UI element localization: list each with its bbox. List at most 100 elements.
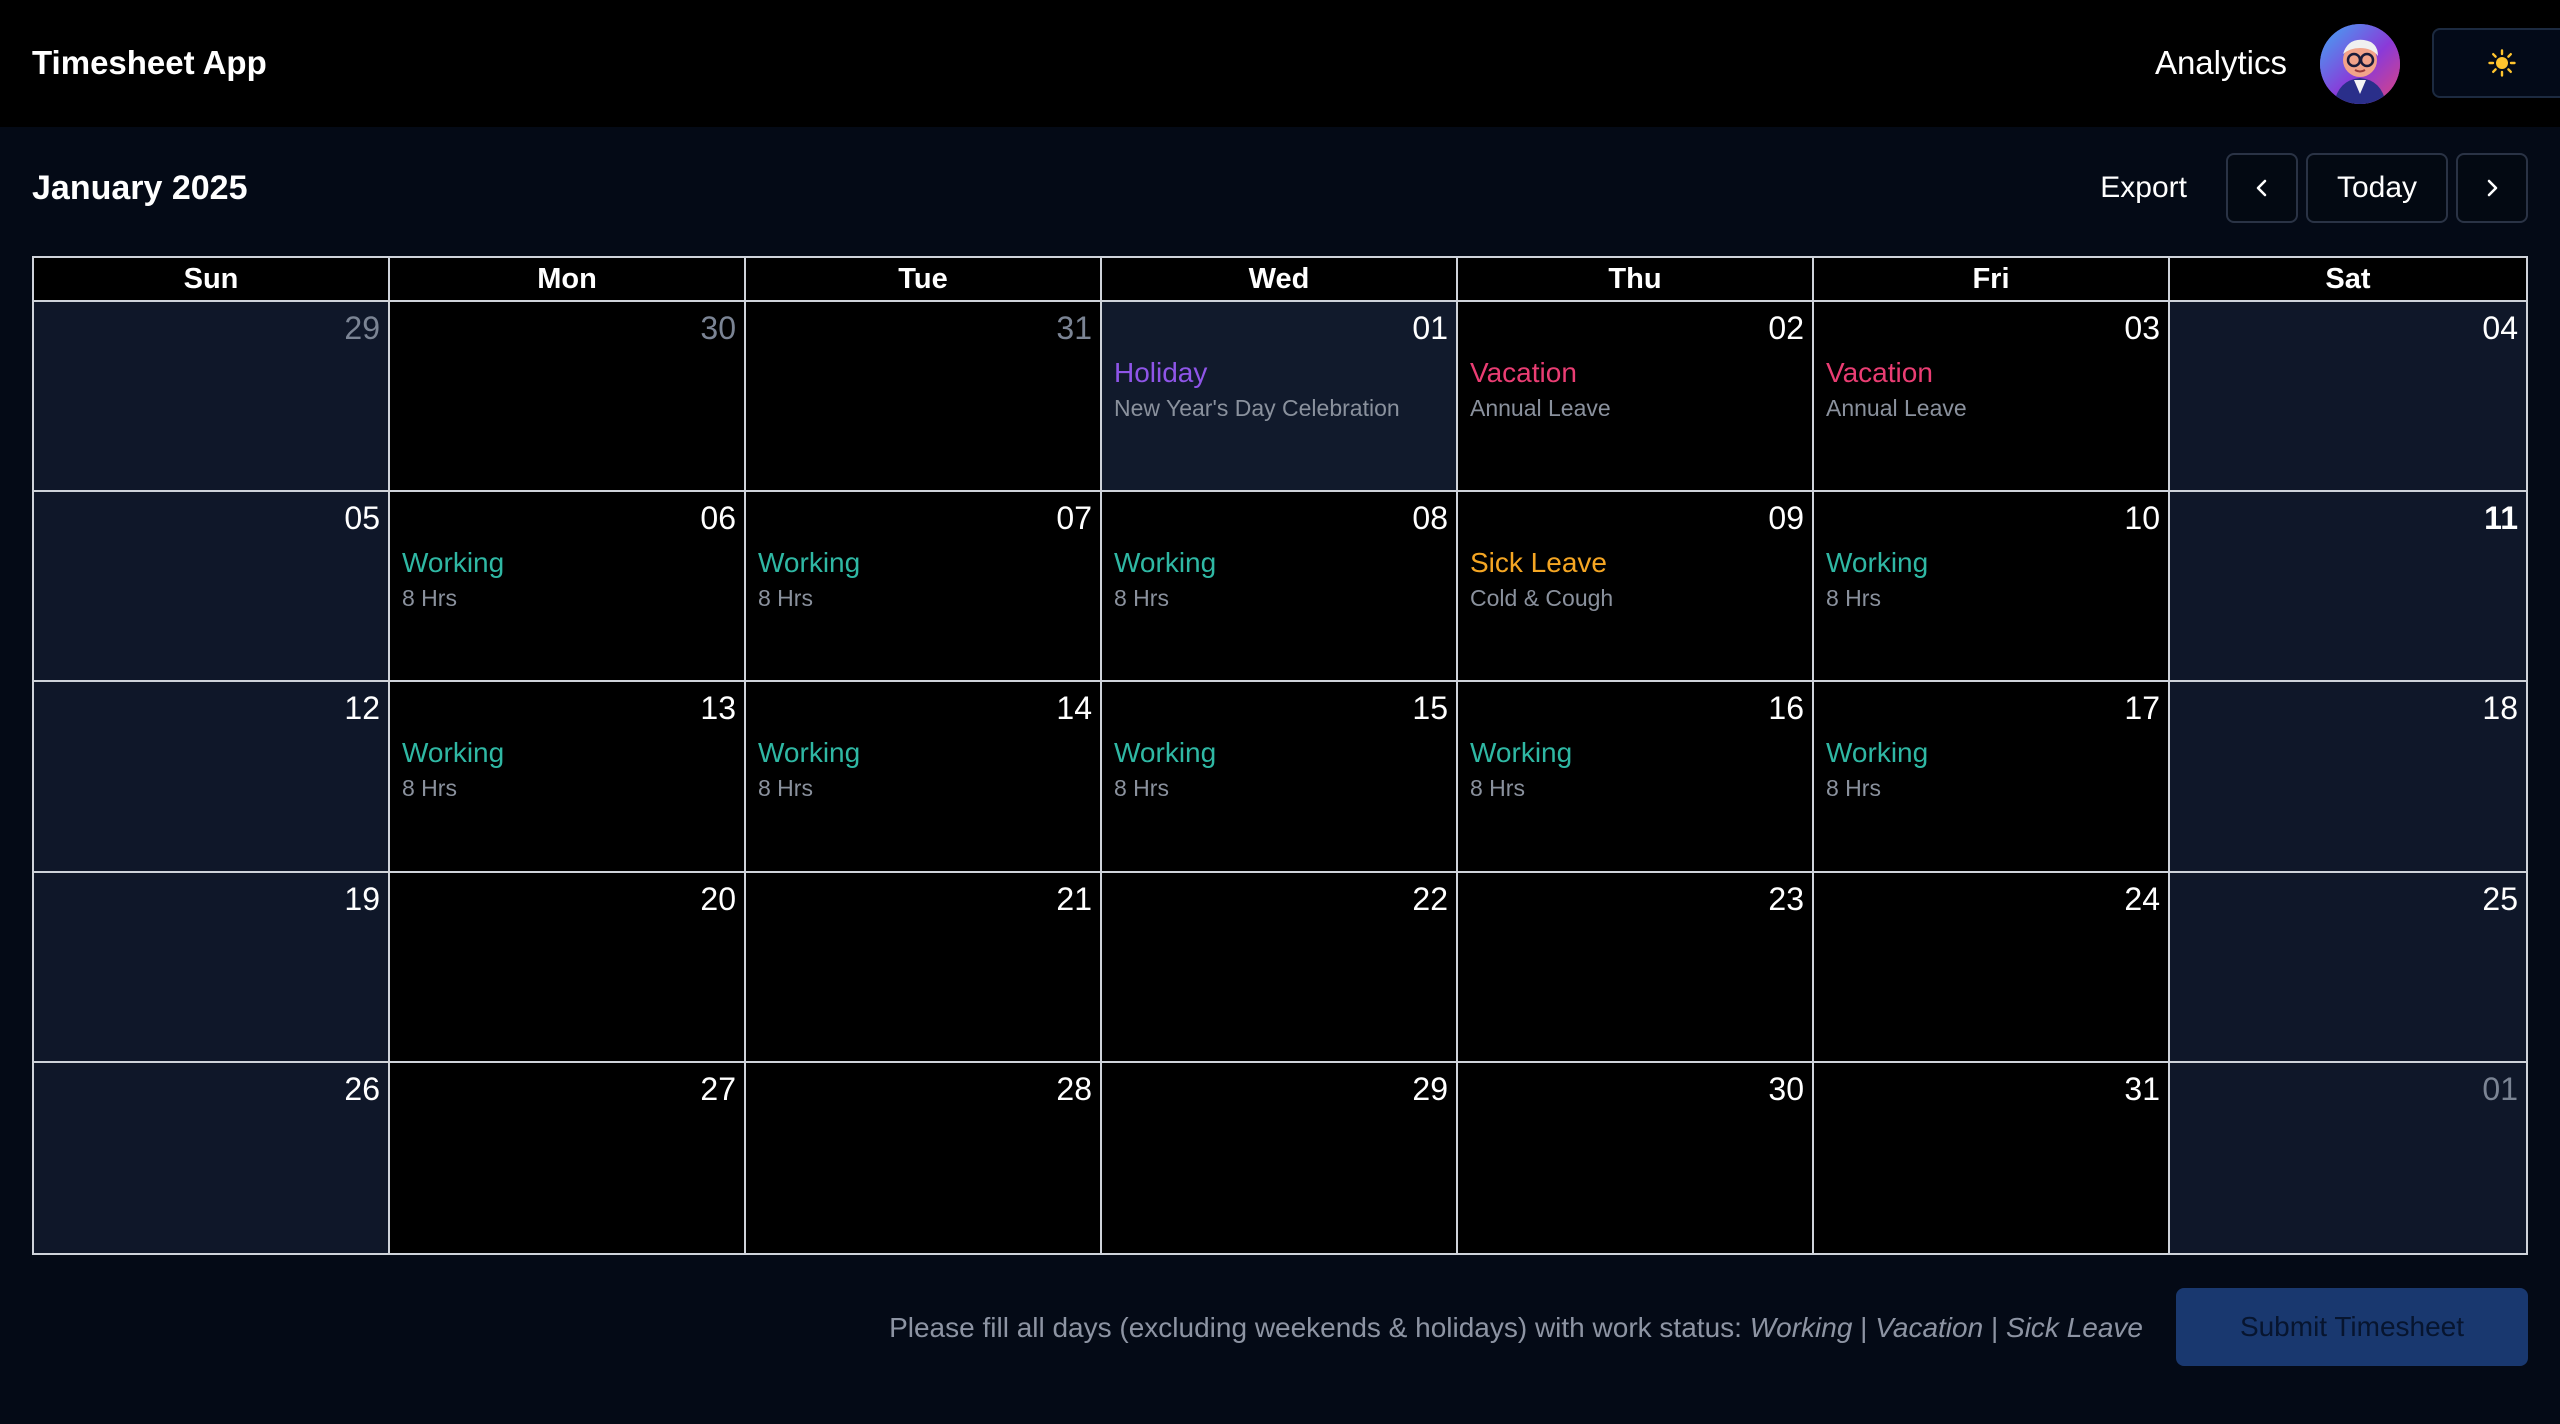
submit-timesheet-button[interactable]: Submit Timesheet	[2176, 1288, 2528, 1366]
calendar-day-cell[interactable]: 20	[390, 872, 746, 1063]
theme-toggle-button[interactable]	[2432, 28, 2560, 98]
day-detail: 8 Hrs	[1826, 775, 1881, 802]
calendar-day-cell[interactable]: 22	[1102, 872, 1458, 1063]
calendar-day-cell[interactable]: 08 Working 8 Hrs	[1102, 492, 1458, 683]
day-number: 07	[1056, 500, 1092, 537]
today-button[interactable]: Today	[2306, 153, 2448, 223]
footer-note-prefix: Please fill all days (excluding weekends…	[889, 1312, 1750, 1343]
chevron-right-icon	[2487, 179, 2498, 197]
status-hint-working: Working	[1749, 1312, 1853, 1343]
day-number: 30	[1768, 1070, 1804, 1107]
weekday-header: Wed	[1102, 258, 1458, 302]
calendar-day-cell[interactable]: 02 Vacation Annual Leave	[1458, 302, 1814, 493]
calendar-day-cell[interactable]: 31	[746, 302, 1102, 493]
day-status: Working	[1826, 547, 1929, 579]
day-status: Working	[1114, 737, 1217, 769]
day-detail: New Year's Day Celebration	[1114, 395, 1400, 421]
day-number: 31	[2124, 1070, 2160, 1107]
calendar-day-cell[interactable]: 29	[1102, 1062, 1458, 1253]
day-status: Working	[1114, 547, 1217, 579]
calendar-day-cell[interactable]: 31	[1814, 1062, 2170, 1253]
day-number: 29	[1412, 1070, 1448, 1107]
calendar-day-cell[interactable]: 19	[34, 872, 390, 1063]
day-detail: 8 Hrs	[1826, 585, 1881, 612]
day-status: Working	[402, 547, 505, 579]
day-number: 08	[1412, 500, 1448, 537]
day-detail: 8 Hrs	[758, 775, 813, 802]
calendar-day-cell[interactable]: 17 Working 8 Hrs	[1814, 682, 2170, 873]
calendar-day-cell[interactable]: 01	[2170, 1062, 2526, 1253]
calendar-day-cell[interactable]: 23	[1458, 872, 1814, 1063]
calendar-day-cell[interactable]: 16 Working 8 Hrs	[1458, 682, 1814, 873]
calendar-day-cell[interactable]: 27	[390, 1062, 746, 1253]
day-number: 16	[1768, 690, 1804, 727]
day-status: Working	[1470, 737, 1573, 769]
day-detail: Cold & Cough	[1470, 585, 1614, 612]
day-detail: 8 Hrs	[1114, 775, 1169, 802]
calendar-day-cell[interactable]: 24	[1814, 872, 2170, 1063]
day-number: 05	[344, 500, 380, 537]
separator: |	[1852, 1312, 1876, 1343]
calendar-day-cell[interactable]: 30	[1458, 1062, 1814, 1253]
calendar-day-cell[interactable]: 05	[34, 492, 390, 683]
day-number: 13	[700, 690, 736, 727]
calendar-day-cell[interactable]: 28	[746, 1062, 1102, 1253]
calendar-day-cell[interactable]: 25	[2170, 872, 2526, 1063]
separator: |	[1983, 1312, 2007, 1343]
calendar-day-cell[interactable]: 09 Sick Leave Cold & Cough	[1458, 492, 1814, 683]
day-status: Vacation	[1470, 357, 1577, 388]
calendar-day-cell[interactable]: 13 Working 8 Hrs	[390, 682, 746, 873]
day-detail: Annual Leave	[1470, 395, 1611, 421]
day-number: 23	[1768, 880, 1804, 917]
calendar-day-cell[interactable]: 07 Working 8 Hrs	[746, 492, 1102, 683]
status-hint-sick-leave: Sick Leave	[2006, 1312, 2143, 1343]
day-status: Working	[1826, 737, 1929, 769]
calendar-day-cell[interactable]: 30	[390, 302, 746, 493]
export-button[interactable]: Export	[2100, 168, 2187, 208]
calendar-day-cell[interactable]: 01 Holiday New Year's Day Celebration	[1102, 302, 1458, 493]
day-number: 25	[2482, 880, 2518, 917]
calendar-day-cell[interactable]: 29	[34, 302, 390, 493]
analytics-link[interactable]: Analytics	[2155, 43, 2287, 83]
day-number: 21	[1056, 880, 1092, 917]
weekday-header: Fri	[1814, 258, 2170, 302]
calendar-grid: Sun Mon Tue Wed Thu Fri Sat 29 30 31 01 Holiday New …	[32, 256, 2528, 1255]
day-status: Holiday	[1114, 357, 1208, 388]
sun-icon	[2488, 49, 2516, 77]
user-avatar[interactable]	[2320, 24, 2400, 104]
calendar-day-cell[interactable]: 12	[34, 682, 390, 873]
day-number: 10	[2124, 500, 2160, 537]
calendar-day-cell[interactable]: 26	[34, 1062, 390, 1253]
day-number: 28	[1056, 1070, 1092, 1107]
calendar-day-cell[interactable]: 10 Working 8 Hrs	[1814, 492, 2170, 683]
calendar-day-cell[interactable]: 11	[2170, 492, 2526, 683]
calendar-day-cell[interactable]: 15 Working 8 Hrs	[1102, 682, 1458, 873]
day-number: 22	[1412, 880, 1448, 917]
calendar-day-cell[interactable]: 04	[2170, 302, 2526, 493]
calendar-day-cell[interactable]: 03 Vacation Annual Leave	[1814, 302, 2170, 493]
prev-month-button[interactable]	[2226, 153, 2298, 223]
app-title[interactable]: Timesheet App	[32, 43, 267, 83]
calendar-day-cell[interactable]: 18	[2170, 682, 2526, 873]
calendar-day-cell[interactable]: 14 Working 8 Hrs	[746, 682, 1102, 873]
day-detail: 8 Hrs	[402, 775, 457, 802]
day-number: 30	[700, 310, 736, 346]
day-number: 01	[2482, 1070, 2518, 1107]
day-number: 31	[1056, 310, 1092, 346]
day-detail: 8 Hrs	[402, 585, 457, 612]
day-number: 14	[1056, 690, 1092, 727]
day-number: 26	[344, 1070, 380, 1107]
next-month-button[interactable]	[2456, 153, 2528, 223]
day-number: 02	[1768, 310, 1804, 346]
weekday-header: Tue	[746, 258, 1102, 302]
day-status: Working	[758, 547, 861, 579]
day-number: 20	[700, 880, 736, 917]
chevron-left-icon	[2256, 179, 2267, 197]
day-number: 01	[1412, 310, 1448, 346]
top-navbar: Timesheet App Analytics	[0, 0, 2560, 127]
calendar-day-cell[interactable]: 06 Working 8 Hrs	[390, 492, 746, 683]
calendar-day-cell[interactable]: 21	[746, 872, 1102, 1063]
status-hint-vacation: Vacation	[1875, 1312, 1984, 1343]
day-status: Vacation	[1826, 357, 1933, 388]
weekday-header: Sat	[2170, 258, 2526, 302]
